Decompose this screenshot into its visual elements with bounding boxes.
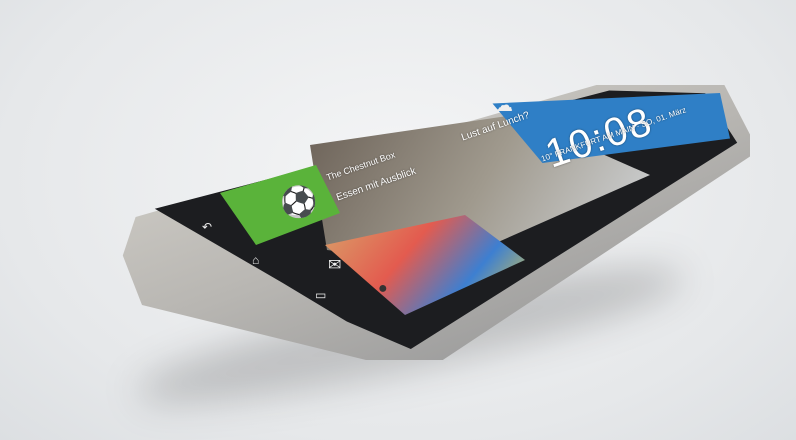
smartphone: 10:08 10° FRANKFURT AM MAIN · SO, 01. Mä… xyxy=(110,85,750,360)
mail-icon[interactable]: ✉ xyxy=(328,255,341,275)
soccer-ball-icon: ⚽ xyxy=(280,186,318,219)
recent-apps-icon[interactable]: ▭ xyxy=(315,288,326,302)
camera-icon[interactable]: ● xyxy=(378,280,388,298)
back-icon[interactable]: ↶ xyxy=(202,220,212,234)
home-icon[interactable]: ⌂ xyxy=(252,253,259,267)
weather-cloud-sun-icon: ☁ xyxy=(495,95,513,115)
